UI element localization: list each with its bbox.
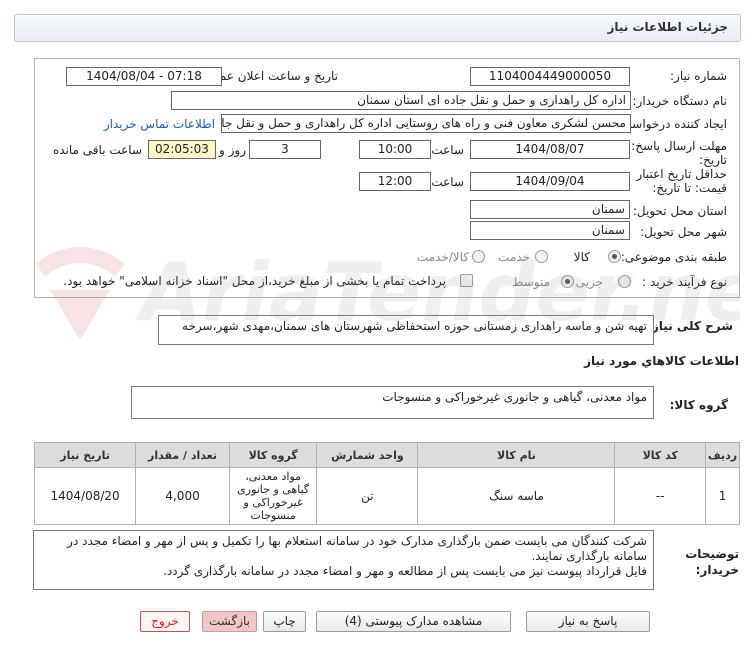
cell-row-number: 1 xyxy=(705,467,740,525)
col-item-name: نام کالا xyxy=(417,442,616,468)
col-quantity: تعداد / مقدار xyxy=(135,442,230,468)
buyer-org-field: اداره کل راهداری و حمل و نقل جاده ای است… xyxy=(171,91,631,110)
days-word: روز و xyxy=(219,143,246,157)
print-button[interactable]: چاپ xyxy=(263,611,306,632)
need-number-field: 1104004449000050 xyxy=(470,67,630,86)
category-option-goods-service: کالا/خدمت xyxy=(416,250,469,264)
buyer-org-label: نام دستگاه خریدار: xyxy=(632,94,728,108)
view-attachments-button[interactable]: مشاهده مدارک پیوستی (4) xyxy=(316,611,511,632)
exit-button[interactable]: خروج xyxy=(140,611,190,632)
creator-label: ایجاد کننده درخواست: xyxy=(616,117,727,131)
price-validity-time-label: ساعت xyxy=(431,175,464,189)
cell-item-name: ماسه سنگ xyxy=(417,467,616,525)
category-option-service: خدمت xyxy=(498,250,530,264)
reply-button[interactable]: پاسخ به نیاز xyxy=(526,611,650,632)
category-option-goods: کالا xyxy=(573,250,590,264)
process-option-minor: جزیی xyxy=(575,275,603,289)
cell-quantity: 4,000 xyxy=(135,467,230,525)
goods-group-label: گروه کالا: xyxy=(669,398,728,412)
process-radio-medium[interactable] xyxy=(561,275,574,288)
creator-field: محسن لشکری معاون فنی و راه های روستایی ا… xyxy=(221,114,631,133)
need-number-label: شماره نیاز: xyxy=(670,69,727,83)
goods-group-field: مواد معدنی، گیاهی و جانوری غیرخوراکی و م… xyxy=(131,386,654,419)
province-field: سمنان xyxy=(470,200,630,219)
panel-header: جزئیات اطلاعات نیاز xyxy=(14,14,741,42)
treasury-bond-checkbox[interactable] xyxy=(460,274,473,287)
table-header-row: ردیف کد کالا نام کالا واحد شمارش گروه کا… xyxy=(33,442,740,468)
category-radio-goods[interactable] xyxy=(608,250,621,263)
category-label: طبقه بندی موضوعی: xyxy=(620,250,727,264)
category-radio-goods-service[interactable] xyxy=(472,250,485,263)
col-item-code: کد کالا xyxy=(614,442,707,468)
back-button[interactable]: بازگشت xyxy=(202,611,257,632)
cell-unit: تن xyxy=(316,467,419,525)
buyer-notes-textarea: شرکت کنندگان می بایست ضمن بارگذاری مدارک… xyxy=(33,530,654,590)
deadline-time-field: 10:00 xyxy=(359,140,431,159)
announce-date-field: 1404/08/04 - 07:18 xyxy=(66,67,222,86)
price-validity-date-field: 1404/09/04 xyxy=(470,172,630,191)
col-unit: واحد شمارش xyxy=(316,442,419,468)
description-label: شرح کلی نیاز: xyxy=(647,319,733,333)
buyer-contact-link[interactable]: اطلاعات تماس خریدار xyxy=(104,117,215,131)
col-need-date: تاریخ نیاز xyxy=(33,442,137,468)
col-row-number: ردیف xyxy=(705,442,740,468)
province-label: استان محل تحویل: xyxy=(632,204,727,218)
city-field: سمنان xyxy=(470,221,630,240)
deadline-date-field: 1404/08/07 xyxy=(470,140,630,159)
cell-goods-group: مواد معدنی، گیاهی و جانوری غیرخوراکی و م… xyxy=(228,467,318,525)
remaining-time-label: ساعت باقی مانده xyxy=(52,143,142,157)
cell-item-code: -- xyxy=(614,467,707,525)
process-radio-minor[interactable] xyxy=(618,275,631,288)
deadline-time-label: ساعت xyxy=(431,143,464,157)
table-row: 1 -- ماسه سنگ تن مواد معدنی، گیاهی و جان… xyxy=(33,467,740,525)
goods-info-title: اطلاعات کالاهاي مورد نياز xyxy=(584,354,739,368)
process-option-medium: متوسط xyxy=(512,275,550,289)
deadline-label: مهلت ارسال پاسخ: تا تاریخ: xyxy=(620,139,727,167)
price-validity-time-field: 12:00 xyxy=(359,172,431,191)
remaining-time-field: 02:05:03 xyxy=(148,140,216,159)
payment-note: پرداخت تمام یا بخشی از مبلغ خرید،از محل … xyxy=(63,274,446,288)
items-table: ردیف کد کالا نام کالا واحد شمارش گروه کا… xyxy=(33,442,740,525)
panel-title: جزئیات اطلاعات نیاز xyxy=(607,20,728,34)
category-radio-service[interactable] xyxy=(535,250,548,263)
process-type-label: نوع فرآیند خرید : xyxy=(642,275,727,289)
days-remaining-field: 3 xyxy=(249,140,321,159)
cell-need-date: 1404/08/20 xyxy=(33,467,137,525)
buyer-notes-label: توضیحات خریدار: xyxy=(685,547,739,577)
city-label: شهر محل تحویل: xyxy=(640,225,727,239)
description-textarea: تهیه شن و ماسه راهداری زمستانی حوزه استح… xyxy=(158,315,654,345)
col-goods-group: گروه کالا xyxy=(228,442,318,468)
buyer-notes-line-2: فایل قرارداد پیوست نیز می بایست پس از مط… xyxy=(163,564,647,578)
price-validity-label: حداقل تاریخ اعتبار قیمت: تا تاریخ: xyxy=(636,167,727,195)
buyer-notes-line-1: شرکت کنندگان می بایست ضمن بارگذاری مدارک… xyxy=(67,534,647,563)
